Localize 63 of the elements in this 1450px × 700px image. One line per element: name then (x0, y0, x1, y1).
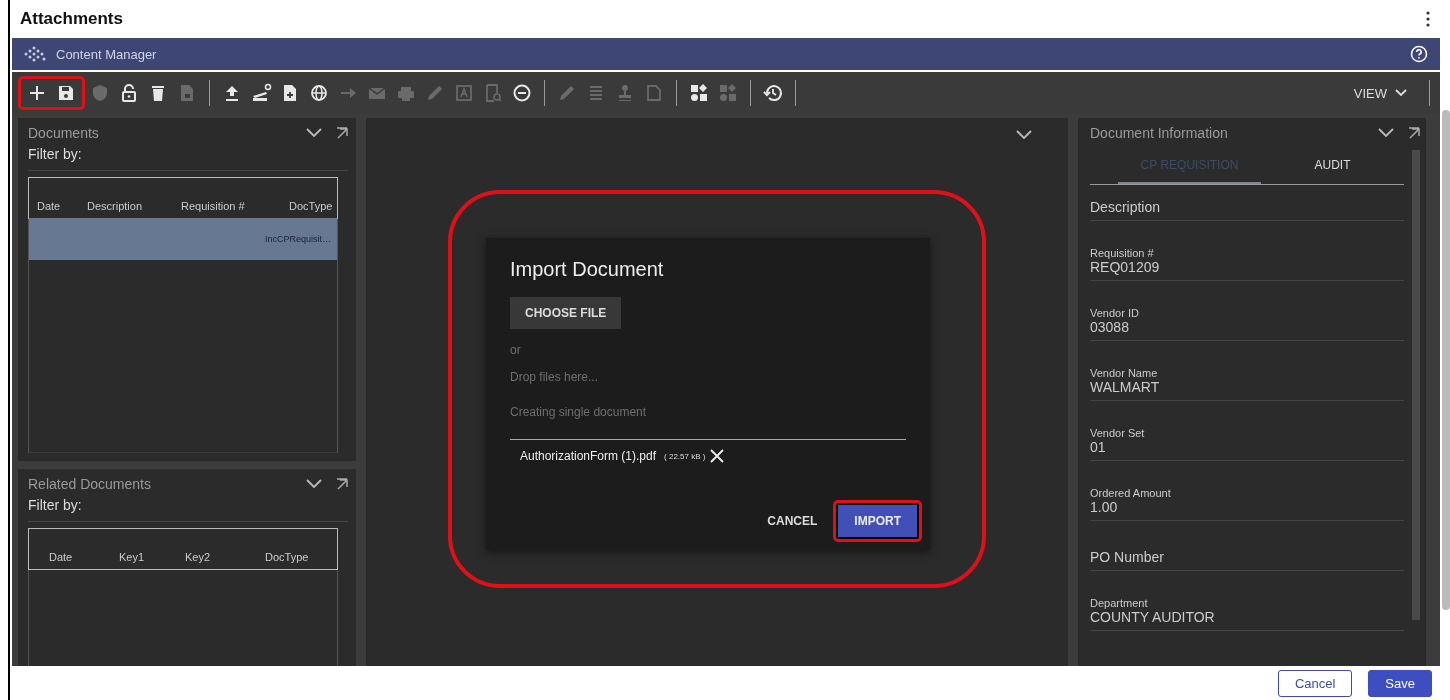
more-options-icon[interactable] (1426, 11, 1430, 27)
column-header[interactable]: Date (49, 551, 119, 563)
choose-file-button[interactable]: CHOOSE FILE (510, 297, 622, 329)
chevron-down-icon[interactable] (1016, 130, 1032, 140)
expand-icon[interactable] (336, 478, 348, 490)
field-label: Vendor Set (1090, 427, 1146, 439)
panel-title: Document Information (1090, 125, 1229, 141)
column-header[interactable]: Key1 (119, 551, 185, 563)
mode-text: Creating single document (510, 405, 648, 419)
table-row[interactable]: IncCPRequisit… (29, 218, 337, 260)
scanner-icon[interactable] (250, 82, 272, 104)
field-value: WALMART (1090, 379, 1161, 395)
scrollbar[interactable] (1412, 150, 1420, 620)
filter-label: Filter by: (28, 144, 348, 171)
file-size: ( 22.57 kB ) (664, 451, 706, 461)
field-value: COUNTY AUDITOR (1090, 609, 1216, 625)
field-label: Department (1090, 597, 1149, 609)
field-label: Ordered Amount (1090, 487, 1172, 499)
field-label: PO Number (1090, 549, 1165, 565)
dialog-title: Import Document (510, 258, 665, 281)
dots-logo-icon (24, 45, 46, 63)
column-header[interactable]: Key2 (185, 551, 265, 563)
column-header[interactable]: DocType (289, 200, 333, 212)
field-label: Vendor Name (1090, 367, 1159, 379)
field-label: Vendor ID (1090, 307, 1140, 319)
table-cell: IncCPRequisit… (264, 234, 331, 244)
field-label: Description (1090, 199, 1162, 215)
column-header[interactable]: Requisition # (181, 200, 289, 212)
globe-icon[interactable] (308, 82, 330, 104)
cancel-button[interactable]: Cancel (1277, 669, 1353, 697)
expand-icon[interactable] (1408, 127, 1420, 139)
close-icon[interactable] (710, 449, 725, 463)
minus-icon[interactable] (511, 82, 533, 104)
scrollbar[interactable] (1442, 110, 1450, 610)
drop-hint: Drop files here... (510, 370, 600, 384)
column-header[interactable]: DocType (265, 551, 329, 563)
field-label: Requisition # (1090, 247, 1155, 259)
app-title: Content Manager (56, 46, 157, 62)
chevron-down-icon[interactable] (1378, 128, 1394, 138)
tab[interactable]: AUDIT (1261, 144, 1404, 184)
history-icon[interactable] (762, 82, 784, 104)
field-value: 03088 (1090, 319, 1130, 335)
file-name: AuthorizationForm (1).pdf (520, 449, 657, 463)
import-button[interactable]: IMPORT (838, 505, 917, 537)
column-header[interactable]: Description (87, 200, 181, 212)
field-value: 01 (1090, 439, 1107, 455)
or-text: or (510, 343, 522, 357)
chevron-down-icon[interactable] (306, 128, 322, 138)
help-icon[interactable] (1410, 45, 1428, 63)
cancel-button[interactable]: CANCEL (761, 513, 824, 529)
filter-label: Filter by: (28, 495, 348, 522)
expand-icon[interactable] (336, 127, 348, 139)
shapes-icon[interactable] (688, 82, 710, 104)
chevron-down-icon (1395, 89, 1407, 97)
chevron-down-icon[interactable] (306, 479, 322, 489)
field-value: REQ01209 (1090, 259, 1161, 275)
window-title: Attachments (20, 9, 123, 29)
view-menu-button[interactable]: VIEW (1347, 84, 1413, 102)
save-button[interactable]: Save (1368, 669, 1432, 697)
panel-title: Documents (28, 125, 100, 141)
field-value: 1.00 (1090, 499, 1119, 515)
column-header[interactable]: Date (37, 200, 87, 212)
panel-title: Related Documents (28, 476, 152, 492)
